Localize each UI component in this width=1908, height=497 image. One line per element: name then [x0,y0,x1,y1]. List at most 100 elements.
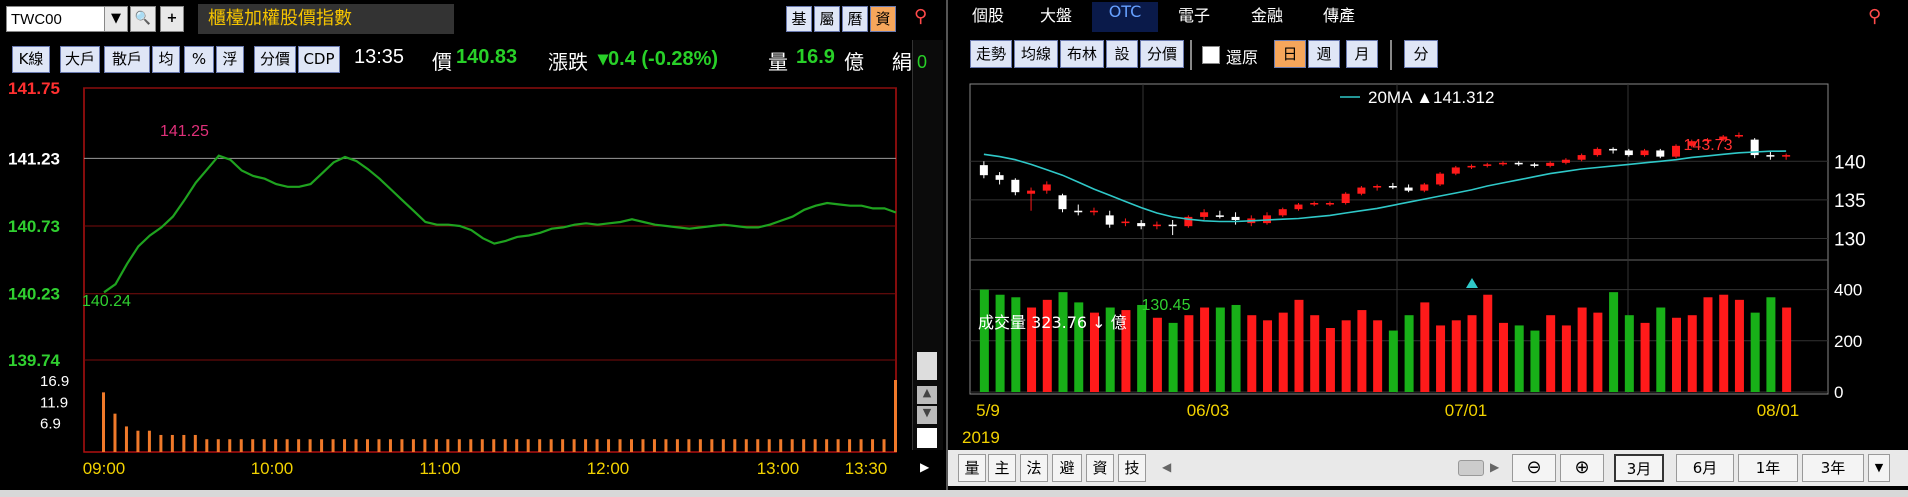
right-pin-icon[interactable]: ⚲ [1868,6,1881,27]
volume-tick-label: 16.9 [40,373,69,390]
volume-bar [1357,310,1367,392]
scroll-right-icon[interactable]: ▶ [1490,460,1499,474]
pin-icon[interactable]: ⚲ [914,6,927,27]
search-icon[interactable]: 🔍 [130,6,156,32]
candle-body [1388,186,1397,188]
y-tick-label: 139.74 [8,351,61,370]
scroll-end[interactable] [917,428,937,448]
zoom-in-icon[interactable]: ⊕ [1560,454,1604,482]
candle-body [1546,162,1555,166]
average-button[interactable]: 均 [152,46,180,73]
volume-bar [871,439,875,452]
volume-bar [790,439,794,452]
restore-label: 還原 [1226,48,1259,67]
symbol-dropdown-icon[interactable]: ▼ [104,6,128,32]
volume-bar [675,439,679,452]
volume-bar [882,439,886,452]
float-button[interactable]: 浮 [216,46,244,73]
chart-frame [83,87,897,453]
volume-bar [1278,312,1288,392]
scroll-handle[interactable] [1458,460,1484,476]
volume-tick-label: 0 [1834,383,1843,402]
bottom-tab-volume[interactable]: 量 [958,454,986,482]
bollinger-button[interactable]: 布林 [1060,40,1104,68]
candle-body [1278,209,1287,216]
percent-button[interactable]: % [184,46,214,73]
volume-tick-label: 11.9 [40,394,68,411]
range-dropdown-icon[interactable]: ▼ [1868,454,1890,482]
scroll-left-icon[interactable]: ◀ [1162,460,1171,474]
range-3m-button[interactable]: 3月 [1614,454,1664,482]
volume-bar [320,439,324,452]
volume-bar [641,439,645,452]
x-tick-label: 13:00 [757,459,800,478]
volume-bar [480,439,484,452]
candle-body [1325,203,1334,205]
volume-bar [492,439,496,452]
range-1y-button[interactable]: 1年 [1738,454,1798,482]
volume-bar [1656,307,1666,392]
volume-bar [1609,292,1619,392]
big-holder-button[interactable]: 大戶 [60,46,100,73]
volume-bar [836,439,840,452]
candle-body [1766,155,1775,157]
tab-market[interactable]: 大盤 [1026,2,1086,32]
bottom-tab-main[interactable]: 主 [988,454,1016,482]
volume-bar [1593,312,1603,392]
side-button-2[interactable]: 屬 [814,6,840,32]
volume-bar [1451,320,1461,392]
candle-body [1498,162,1507,165]
period-month-button[interactable]: 月 [1346,40,1378,68]
bottom-tab-capital[interactable]: 資 [1086,454,1114,482]
trend-button[interactable]: 走勢 [970,40,1012,68]
retail-button[interactable]: 散戶 [104,46,150,73]
kline-button[interactable]: K線 [12,46,50,73]
high-label: 141.25 [160,123,209,140]
bottom-tab-legal[interactable]: 法 [1020,454,1048,482]
x-tick-label: 12:00 [587,459,630,478]
tab-otc[interactable]: OTC [1092,2,1158,32]
side-button-1[interactable]: 基 [786,6,812,32]
tab-electronics[interactable]: 電子 [1164,2,1224,32]
volume-bar [228,439,232,452]
volume-bar [1640,322,1650,392]
volume-bar [538,439,542,452]
minute-button[interactable]: 分 [1404,40,1438,68]
bottom-tab-hedge[interactable]: 避 [1052,454,1082,482]
scroll-thumb[interactable] [917,352,937,380]
scroll-up-icon[interactable]: ▲ [917,386,937,404]
bottom-tab-tech[interactable]: 技 [1118,454,1146,482]
volume-bar [584,439,588,452]
volume-bar [1546,315,1556,392]
restore-checkbox[interactable] [1202,46,1220,64]
trail-text: 絹 [892,52,912,74]
price-dist-button-right[interactable]: 分價 [1140,40,1184,68]
volume-bar [1498,322,1508,392]
range-3y-button[interactable]: 3年 [1802,454,1864,482]
ma-button[interactable]: 均線 [1014,40,1058,68]
add-icon[interactable]: + [160,6,184,32]
zoom-out-icon[interactable]: ⊖ [1512,454,1556,482]
volume-bar [664,439,668,452]
price-dist-button[interactable]: 分價 [254,46,296,73]
period-week-button[interactable]: 週 [1308,40,1340,68]
side-button-3[interactable]: 曆 [842,6,868,32]
range-6m-button[interactable]: 6月 [1676,454,1734,482]
volume-bar [1483,294,1493,392]
cdp-button[interactable]: CDP [298,46,340,73]
side-panel-value: 0 [917,52,928,72]
side-button-4[interactable]: 資 [870,6,896,32]
date-tick-label: 06/03 [1187,401,1230,420]
tab-stock[interactable]: 個股 [958,2,1018,32]
tab-finance[interactable]: 金融 [1232,2,1302,32]
settings-button[interactable]: 設 [1106,40,1138,68]
expand-icon[interactable]: ▶ [920,460,929,474]
volume-bar [1624,315,1634,392]
candle-body [1561,159,1570,163]
scroll-down-icon[interactable]: ▼ [917,406,937,424]
candle-body [1168,224,1177,227]
x-tick-label: 11:00 [419,459,460,478]
volume-bar [767,439,771,452]
period-day-button[interactable]: 日 [1274,40,1306,68]
tab-traditional[interactable]: 傳產 [1306,2,1372,32]
